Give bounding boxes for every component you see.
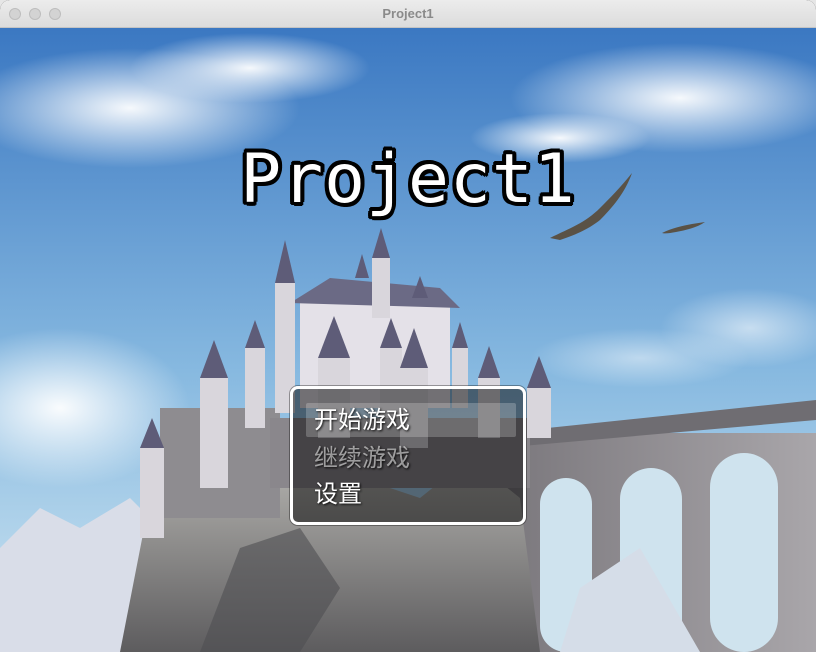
menu-item-new-game[interactable]: 开始游戏 [306, 403, 516, 437]
title-screen-background [0, 28, 816, 652]
menu-item-options[interactable]: 设置 [306, 477, 516, 511]
castle-background-image [0, 28, 816, 652]
title-command-window: 开始游戏 继续游戏 设置 [290, 386, 526, 525]
menu-item-continue[interactable]: 继续游戏 [306, 441, 516, 475]
game-title: Project1 [240, 140, 576, 219]
game-window: Project1 Project1 开始游戏 继续游戏 设置 [0, 0, 816, 652]
window-title: Project1 [382, 6, 434, 21]
window-titlebar[interactable]: Project1 [0, 0, 816, 28]
